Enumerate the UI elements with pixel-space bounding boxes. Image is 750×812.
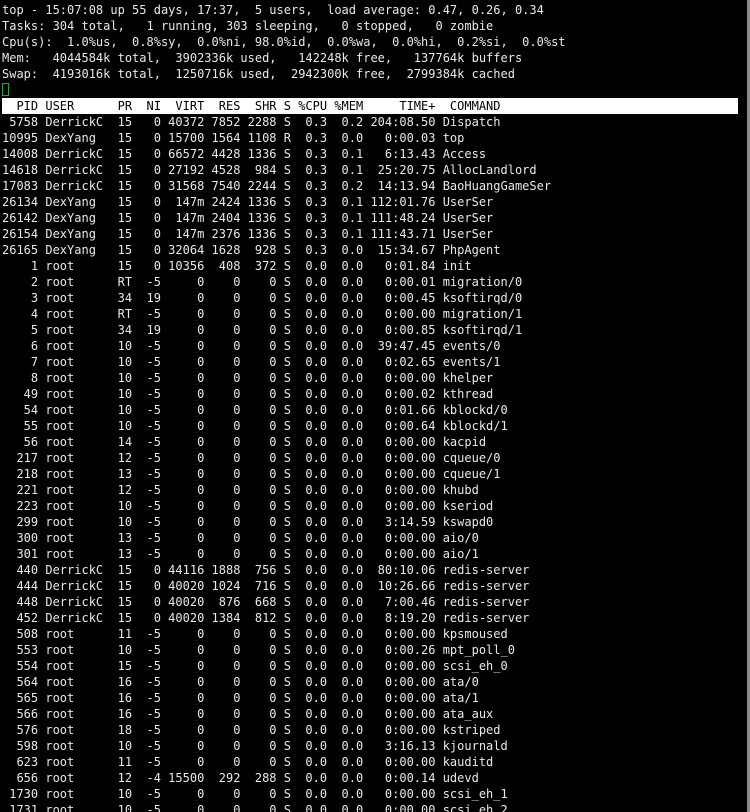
process-row: 26142 DexYang 15 0 147m 2404 1336 S 0.3 …	[2, 211, 494, 225]
process-row: 656 root 12 -4 15500 292 288 S 0.0 0.0 0…	[2, 771, 479, 785]
summary-swap-line: Swap: 4193016k total, 1250716k used, 294…	[2, 67, 515, 81]
process-row: 26134 DexYang 15 0 147m 2424 1336 S 0.3 …	[2, 195, 494, 209]
terminal-window: top - 15:07:08 up 55 days, 17:37, 5 user…	[0, 0, 750, 812]
process-row: 2 root RT -5 0 0 0 S 0.0 0.0 0:00.01 mig…	[2, 275, 523, 289]
process-row: 452 DerrickC 15 0 40020 1384 812 S 0.0 0…	[2, 611, 530, 625]
process-row: 566 root 16 -5 0 0 0 S 0.0 0.0 0:00.00 a…	[2, 707, 494, 721]
process-row: 14618 DerrickC 15 0 27192 4528 984 S 0.3…	[2, 163, 537, 177]
process-row: 8 root 10 -5 0 0 0 S 0.0 0.0 0:00.00 khe…	[2, 371, 494, 385]
process-row: 54 root 10 -5 0 0 0 S 0.0 0.0 0:01.66 kb…	[2, 403, 508, 417]
process-row: 1 root 15 0 10356 408 372 S 0.0 0.0 0:01…	[2, 259, 472, 273]
process-row: 623 root 11 -5 0 0 0 S 0.0 0.0 0:00.00 k…	[2, 755, 494, 769]
summary-uptime-line: top - 15:07:08 up 55 days, 17:37, 5 user…	[2, 3, 544, 17]
process-row: 444 DerrickC 15 0 40020 1024 716 S 0.0 0…	[2, 579, 530, 593]
process-row: 26154 DexYang 15 0 147m 2376 1336 S 0.3 …	[2, 227, 494, 241]
process-row: 448 DerrickC 15 0 40020 876 668 S 0.0 0.…	[2, 595, 530, 609]
process-row: 564 root 16 -5 0 0 0 S 0.0 0.0 0:00.00 a…	[2, 675, 479, 689]
process-row: 223 root 10 -5 0 0 0 S 0.0 0.0 0:00.00 k…	[2, 499, 494, 513]
process-row: 218 root 13 -5 0 0 0 S 0.0 0.0 0:00.00 c…	[2, 467, 501, 481]
process-row: 221 root 12 -5 0 0 0 S 0.0 0.0 0:00.00 k…	[2, 483, 479, 497]
process-row: 301 root 13 -5 0 0 0 S 0.0 0.0 0:00.00 a…	[2, 547, 479, 561]
process-row: 508 root 11 -5 0 0 0 S 0.0 0.0 0:00.00 k…	[2, 627, 508, 641]
process-row: 26165 DexYang 15 0 32064 1628 928 S 0.3 …	[2, 243, 501, 257]
process-row: 17083 DerrickC 15 0 31568 7540 2244 S 0.…	[2, 179, 552, 193]
terminal-cursor	[2, 83, 9, 96]
process-row: 217 root 12 -5 0 0 0 S 0.0 0.0 0:00.00 c…	[2, 451, 501, 465]
process-table-header: PID USER PR NI VIRT RES SHR S %CPU %MEM …	[2, 98, 738, 114]
process-row: 5758 DerrickC 15 0 40372 7852 2288 S 0.3…	[2, 115, 501, 129]
process-row: 55 root 10 -5 0 0 0 S 0.0 0.0 0:00.64 kb…	[2, 419, 508, 433]
top-command-output: top - 15:07:08 up 55 days, 17:37, 5 user…	[0, 0, 747, 812]
summary-cpu-line: Cpu(s): 1.0%us, 0.8%sy, 0.0%ni, 98.0%id,…	[2, 35, 566, 49]
cursor-line	[2, 82, 747, 98]
process-row: 554 root 15 -5 0 0 0 S 0.0 0.0 0:00.00 s…	[2, 659, 508, 673]
process-table-body: 5758 DerrickC 15 0 40372 7852 2288 S 0.3…	[2, 114, 747, 812]
process-row: 1730 root 10 -5 0 0 0 S 0.0 0.0 0:00.00 …	[2, 787, 508, 801]
process-row: 14008 DerrickC 15 0 66572 4428 1336 S 0.…	[2, 147, 487, 161]
process-row: 5 root 34 19 0 0 0 S 0.0 0.0 0:00.85 kso…	[2, 323, 523, 337]
process-row: 49 root 10 -5 0 0 0 S 0.0 0.0 0:00.02 kt…	[2, 387, 494, 401]
process-row: 6 root 10 -5 0 0 0 S 0.0 0.0 39:47.45 ev…	[2, 339, 501, 353]
process-row: 440 DerrickC 15 0 44116 1888 756 S 0.0 0…	[2, 563, 530, 577]
summary-tasks-line: Tasks: 304 total, 1 running, 303 sleepin…	[2, 19, 494, 33]
process-row: 300 root 13 -5 0 0 0 S 0.0 0.0 0:00.00 a…	[2, 531, 479, 545]
process-row: 3 root 34 19 0 0 0 S 0.0 0.0 0:00.45 kso…	[2, 291, 523, 305]
summary-mem-line: Mem: 4044584k total, 3902336k used, 1422…	[2, 51, 523, 65]
process-row: 56 root 14 -5 0 0 0 S 0.0 0.0 0:00.00 ka…	[2, 435, 487, 449]
process-row: 565 root 16 -5 0 0 0 S 0.0 0.0 0:00.00 a…	[2, 691, 479, 705]
process-row: 10995 DexYang 15 0 15700 1564 1108 R 0.3…	[2, 131, 465, 145]
process-row: 4 root RT -5 0 0 0 S 0.0 0.0 0:00.00 mig…	[2, 307, 523, 321]
process-row: 576 root 18 -5 0 0 0 S 0.0 0.0 0:00.00 k…	[2, 723, 501, 737]
process-row: 598 root 10 -5 0 0 0 S 0.0 0.0 3:16.13 k…	[2, 739, 508, 753]
process-row: 299 root 10 -5 0 0 0 S 0.0 0.0 3:14.59 k…	[2, 515, 494, 529]
process-row: 553 root 10 -5 0 0 0 S 0.0 0.0 0:00.26 m…	[2, 643, 515, 657]
process-row: 1731 root 10 -5 0 0 0 S 0.0 0.0 0:00.00 …	[2, 803, 508, 812]
process-row: 7 root 10 -5 0 0 0 S 0.0 0.0 0:02.65 eve…	[2, 355, 501, 369]
